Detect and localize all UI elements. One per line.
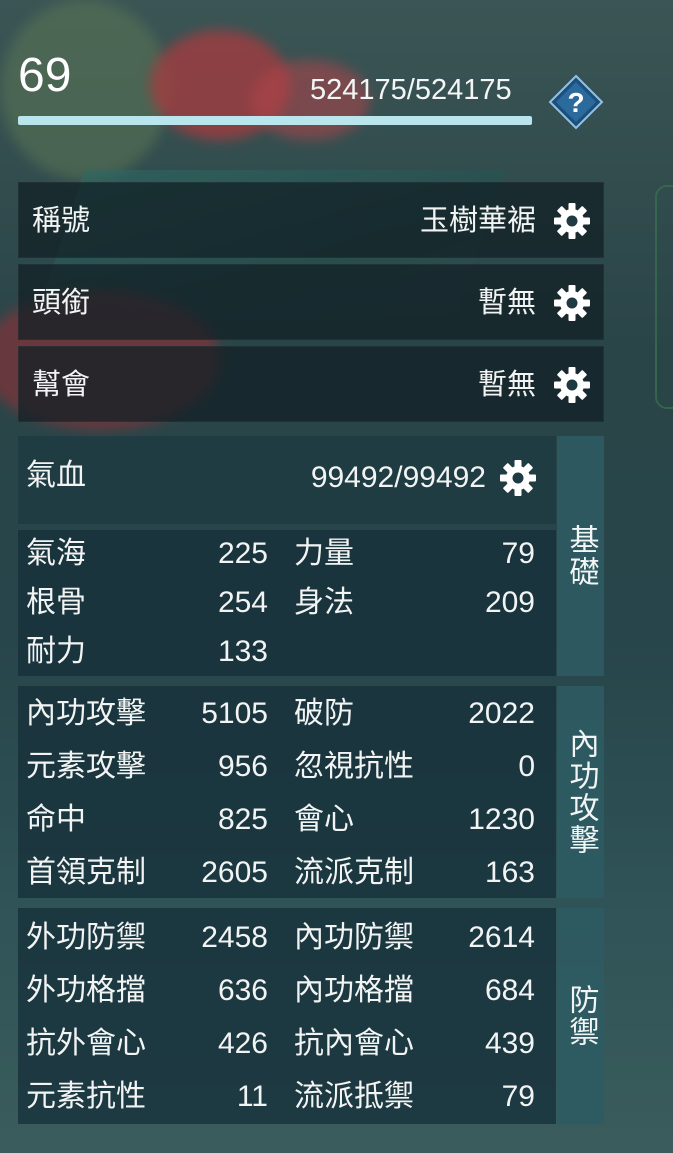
stat-value: 163 bbox=[484, 856, 535, 889]
attack-stats-panel: 內功攻擊 5105 破防 2022 元素攻擊 956 忽視抗性 0 命中 825… bbox=[18, 686, 556, 898]
title-row[interactable]: 稱號 玉樹華裾 bbox=[18, 182, 604, 258]
stat-label: 氣海 bbox=[26, 536, 86, 571]
stat-label: 忽視抗性 bbox=[294, 749, 414, 784]
stat-value: 956 bbox=[217, 750, 268, 783]
stat-label: 會心 bbox=[294, 802, 354, 837]
rank-row[interactable]: 頭銜 暫無 bbox=[18, 264, 604, 340]
stat-label: 內功攻擊 bbox=[26, 696, 146, 731]
rank-value: 暫無 bbox=[477, 285, 536, 319]
stat-value: 225 bbox=[217, 537, 268, 570]
guild-value: 暫無 bbox=[477, 367, 536, 401]
gear-icon[interactable] bbox=[552, 201, 592, 241]
stat-value: 439 bbox=[484, 1027, 535, 1060]
help-button[interactable]: ? bbox=[548, 74, 604, 130]
rank-label: 頭銜 bbox=[32, 285, 91, 319]
hp-bar bbox=[18, 116, 532, 125]
stat-value: 133 bbox=[217, 635, 268, 668]
stat-value: 0 bbox=[518, 750, 535, 783]
stat-label: 力量 bbox=[294, 536, 354, 571]
stat-value: 426 bbox=[217, 1027, 268, 1060]
stat-value: 1230 bbox=[468, 803, 535, 836]
stat-value: 79 bbox=[501, 537, 535, 570]
stat-value: 209 bbox=[484, 586, 535, 619]
tab-basic-label: 基礎 bbox=[563, 524, 599, 588]
tab-attack[interactable]: 內功攻擊 bbox=[557, 686, 604, 898]
stat-label: 抗內會心 bbox=[294, 1026, 414, 1061]
stat-label: 內功格擋 bbox=[294, 973, 414, 1008]
gear-icon[interactable] bbox=[498, 458, 538, 498]
qixue-label: 氣血 bbox=[26, 458, 86, 493]
guild-label: 幫會 bbox=[32, 367, 91, 401]
tab-defense[interactable]: 防禦 bbox=[557, 908, 604, 1124]
stat-label: 抗外會心 bbox=[26, 1026, 146, 1061]
stat-label: 首領克制 bbox=[26, 855, 146, 890]
gear-icon[interactable] bbox=[552, 283, 592, 323]
basic-stats-panel: 氣海 225 力量 79 根骨 254 身法 209 耐力 133 bbox=[18, 530, 556, 676]
stat-value: 254 bbox=[217, 586, 268, 619]
character-level: 69 bbox=[18, 49, 72, 102]
stat-value: 2022 bbox=[468, 697, 535, 730]
stat-label: 命中 bbox=[26, 802, 86, 837]
stat-value: 79 bbox=[501, 1080, 535, 1113]
question-diamond-icon: ? bbox=[548, 74, 604, 130]
stat-value: 5105 bbox=[201, 697, 268, 730]
stat-value: 2605 bbox=[201, 856, 268, 889]
total-hp-text: 524175/524175 bbox=[310, 74, 512, 106]
stat-label: 流派抵禦 bbox=[294, 1079, 414, 1114]
stat-value: 2614 bbox=[468, 921, 535, 954]
side-panel-edge bbox=[655, 185, 673, 409]
stat-value: 2458 bbox=[201, 921, 268, 954]
stat-label: 身法 bbox=[294, 585, 354, 620]
hp-bar-fill bbox=[18, 116, 532, 125]
tab-defense-label: 防禦 bbox=[563, 984, 599, 1048]
svg-text:?: ? bbox=[567, 87, 584, 118]
title-value: 玉樹華裾 bbox=[419, 203, 536, 237]
stat-label: 耐力 bbox=[26, 634, 86, 669]
qixue-row: 氣血 99492/99492 bbox=[18, 436, 556, 524]
stat-label: 根骨 bbox=[26, 585, 86, 620]
gear-icon[interactable] bbox=[552, 365, 592, 405]
qixue-value: 99492/99492 bbox=[310, 461, 486, 494]
stat-label: 元素抗性 bbox=[26, 1079, 146, 1114]
stat-label: 破防 bbox=[294, 696, 354, 731]
title-label: 稱號 bbox=[32, 203, 91, 237]
guild-row[interactable]: 幫會 暫無 bbox=[18, 346, 604, 422]
defense-stats-panel: 外功防禦 2458 內功防禦 2614 外功格擋 636 內功格擋 684 抗外… bbox=[18, 908, 556, 1124]
stat-label: 外功防禦 bbox=[26, 920, 146, 955]
stat-value: 684 bbox=[484, 974, 535, 1007]
stat-label: 流派克制 bbox=[294, 855, 414, 890]
stat-label: 內功防禦 bbox=[294, 920, 414, 955]
tab-basic[interactable]: 基礎 bbox=[557, 436, 604, 676]
tab-attack-label: 內功攻擊 bbox=[563, 728, 599, 856]
stat-value: 636 bbox=[217, 974, 268, 1007]
stat-value: 11 bbox=[236, 1080, 268, 1113]
stat-label: 外功格擋 bbox=[26, 973, 146, 1008]
stat-label: 元素攻擊 bbox=[26, 749, 146, 784]
stat-value: 825 bbox=[217, 803, 268, 836]
